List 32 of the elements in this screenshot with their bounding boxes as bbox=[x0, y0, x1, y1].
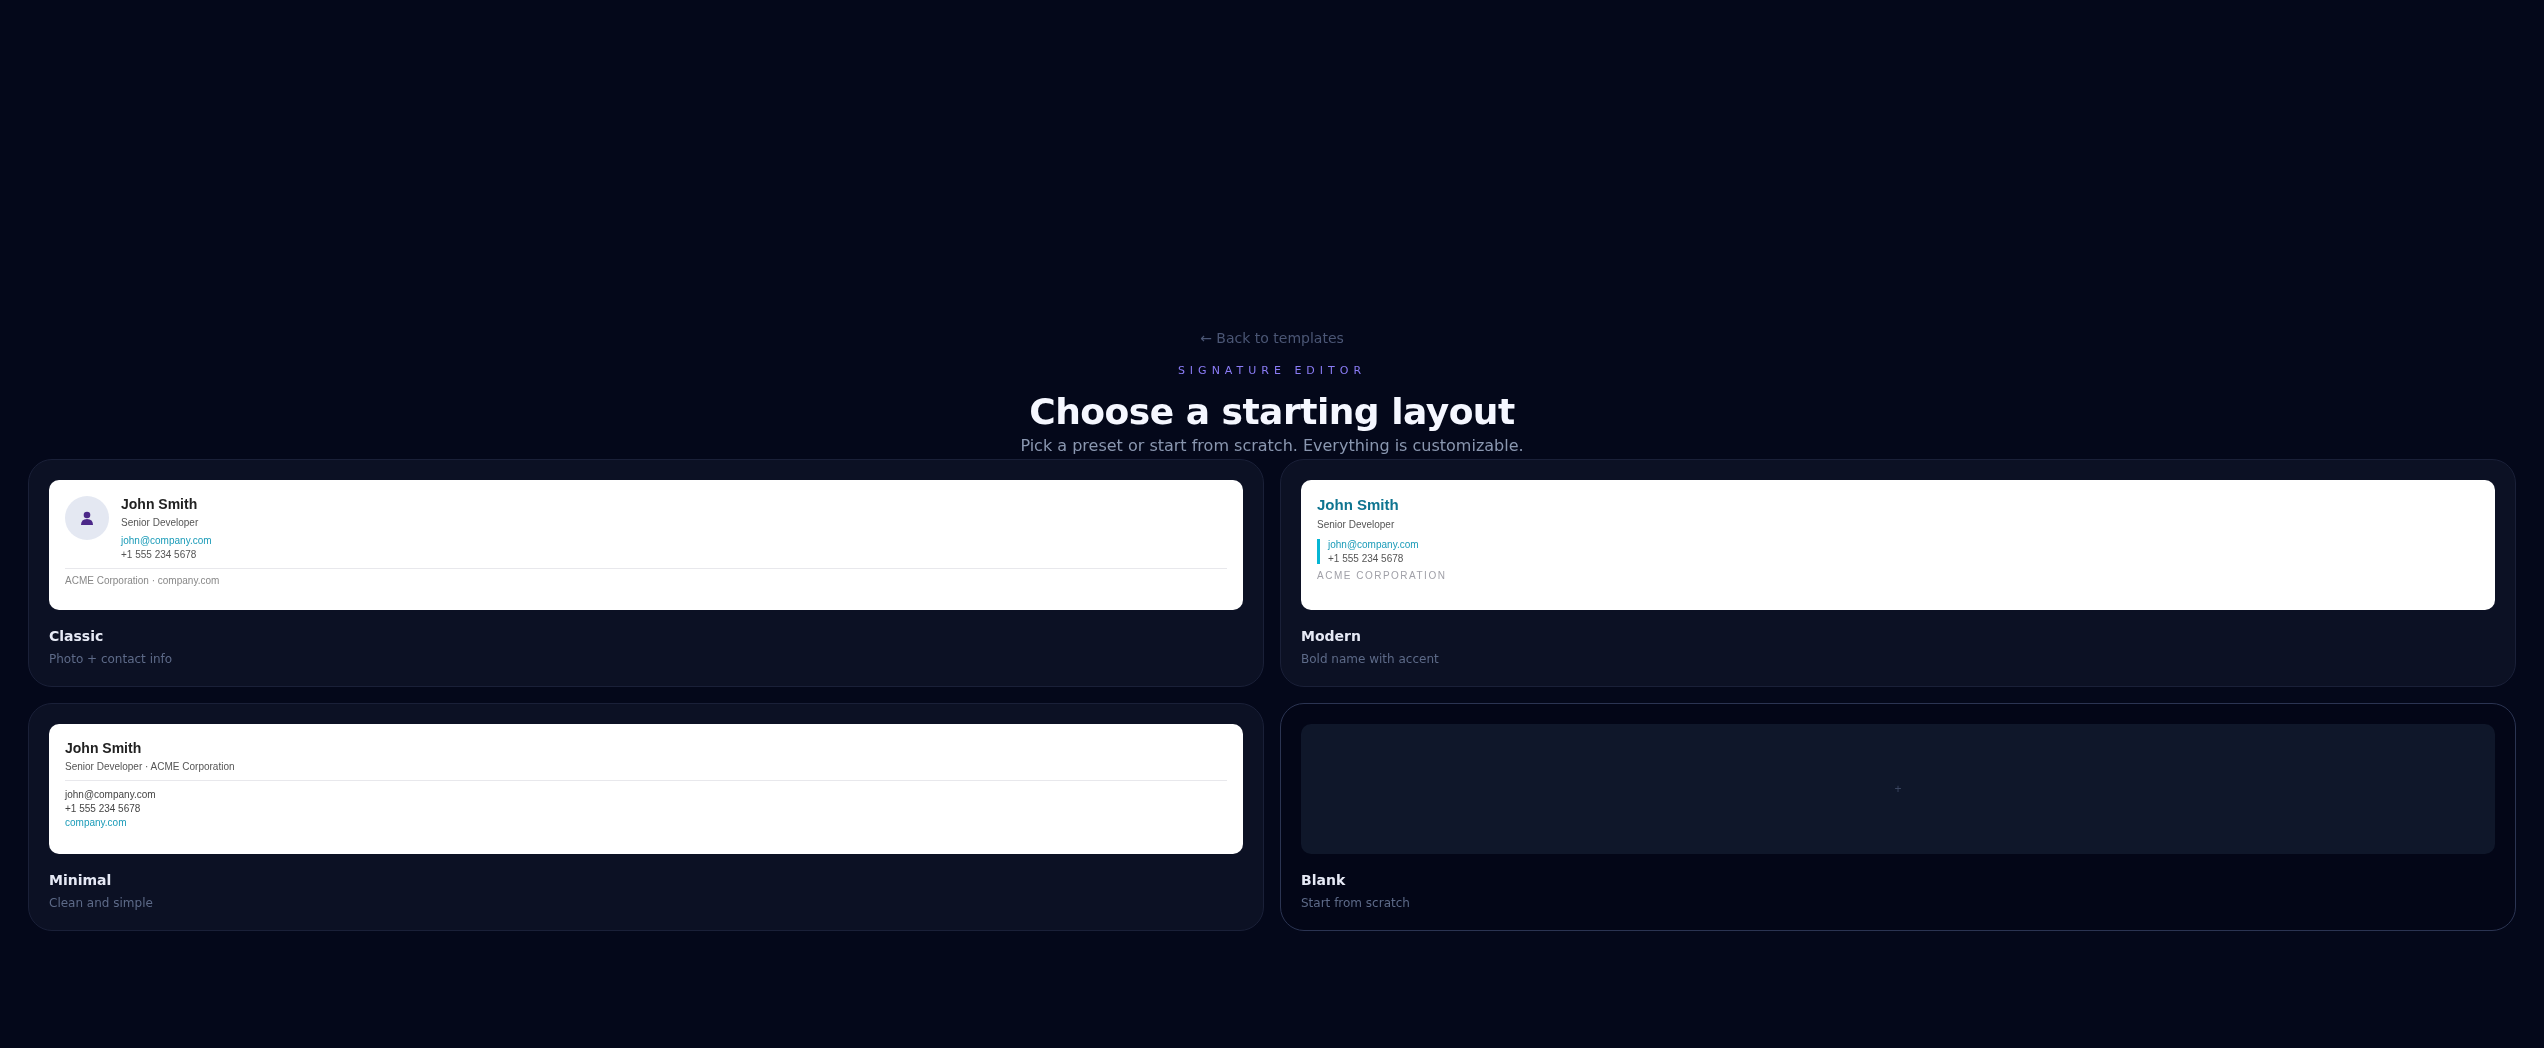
person-icon bbox=[80, 511, 94, 525]
signature-name: John Smith bbox=[65, 740, 143, 756]
signature-email: john@company.com bbox=[65, 789, 157, 800]
page-subtitle: Pick a preset or start from scratch. Everything is customizable. bbox=[1020, 436, 1524, 455]
signature-company: ACME CORPORATION bbox=[1317, 570, 1448, 581]
layout-description: Bold name with accent bbox=[1301, 652, 1440, 666]
plus-sign: + bbox=[1894, 782, 1902, 796]
layout-name: Modern bbox=[1301, 628, 1362, 644]
signature-name: John Smith bbox=[121, 496, 199, 512]
signature-role: Senior Developer bbox=[121, 517, 200, 528]
layout-card[interactable]: John Smith Senior Developer john@company.com +1 555 234 5678 ACME Corporation · company.com Classic Photo + contact info bbox=[28, 459, 1264, 687]
layout-name: Classic bbox=[49, 628, 105, 644]
signature-role: Senior Developer · ACME Corporation bbox=[65, 761, 236, 772]
layout-card[interactable]: John Smith Senior Developer john@company.com +1 555 234 5678 ACME CORPORATION Modern Bold name with accent bbox=[1280, 459, 2516, 687]
signature-footer: ACME Corporation · company.com bbox=[65, 575, 1227, 586]
signature-phone: +1 555 234 5678 bbox=[1328, 553, 1405, 564]
signature-email: john@company.com bbox=[1328, 539, 1420, 550]
layout-name: Minimal bbox=[49, 872, 113, 888]
layout-card[interactable]: John Smith Senior Developer · ACME Corporation john@company.com +1 555 234 5678 company.com Minimal Clean and simple bbox=[28, 703, 1264, 931]
signature-role: Senior Developer bbox=[1317, 519, 1396, 530]
signature-phone: +1 555 234 5678 bbox=[65, 803, 142, 814]
layout-name: Blank bbox=[1301, 872, 1347, 888]
signature-website: company.com bbox=[65, 817, 128, 828]
page-title: Choose a starting layout bbox=[1029, 391, 1515, 432]
signature-email: john@company.com bbox=[121, 535, 212, 546]
signature-phone: +1 555 234 5678 bbox=[121, 549, 198, 560]
layout-description: Photo + contact info bbox=[49, 652, 174, 666]
signature-name: John Smith bbox=[1317, 496, 1400, 513]
layout-description: Clean and simple bbox=[49, 896, 154, 910]
eyebrow-label: SIGNATURE EDITOR bbox=[1177, 364, 1367, 377]
layout-description: Start from scratch bbox=[1301, 896, 1411, 910]
layout-card[interactable]: + Blank Start from scratch bbox=[1280, 703, 2516, 931]
